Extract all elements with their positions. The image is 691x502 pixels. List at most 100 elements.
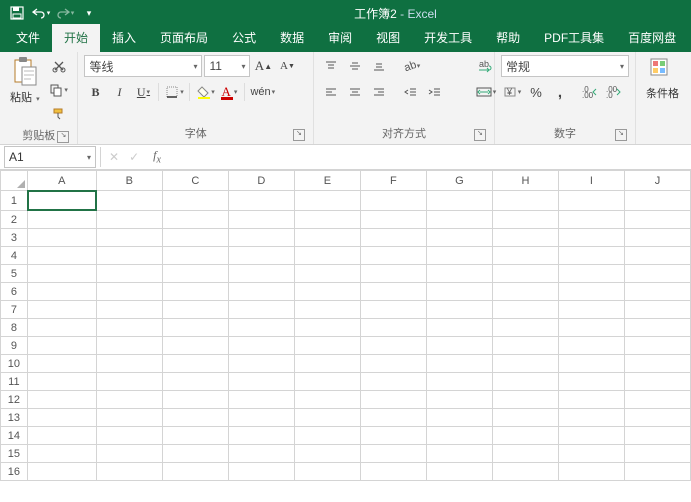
fx-icon[interactable]: fx [147,148,167,165]
cell[interactable] [426,247,492,265]
row-header[interactable]: 10 [1,355,28,373]
cell[interactable] [558,265,624,283]
format-painter-button[interactable] [48,103,70,125]
cell[interactable] [624,283,690,301]
cell[interactable] [162,301,228,319]
cell[interactable] [228,229,294,247]
cell[interactable] [426,391,492,409]
cell[interactable] [492,319,558,337]
cell[interactable] [294,373,360,391]
cell[interactable] [624,211,690,229]
clipboard-dialog-launcher[interactable]: ↘ [57,131,69,143]
cell[interactable] [360,211,426,229]
cell[interactable] [624,265,690,283]
cell[interactable] [28,191,96,210]
percent-format-button[interactable]: % [525,81,547,103]
increase-indent-button[interactable] [424,81,446,103]
cell[interactable] [492,265,558,283]
cell[interactable] [558,409,624,427]
cell[interactable] [426,373,492,391]
cell[interactable] [492,355,558,373]
cell[interactable] [162,355,228,373]
cell[interactable] [228,427,294,445]
decrease-font-button[interactable]: A▼ [276,55,298,77]
cell[interactable] [294,409,360,427]
cell[interactable] [294,319,360,337]
row-header[interactable]: 8 [1,319,28,337]
cell[interactable] [360,463,426,481]
cell[interactable] [558,445,624,463]
row-header[interactable]: 5 [1,265,28,283]
cell[interactable] [426,301,492,319]
cell[interactable] [492,211,558,229]
tab-file[interactable]: 文件 [4,24,52,52]
cell[interactable] [558,337,624,355]
cell[interactable] [294,283,360,301]
cell[interactable] [558,191,624,211]
cell[interactable] [162,391,228,409]
cell[interactable] [426,211,492,229]
cell[interactable] [492,391,558,409]
cell[interactable] [558,283,624,301]
cell[interactable] [162,445,228,463]
cell[interactable] [228,373,294,391]
cell[interactable] [96,283,162,301]
row-header[interactable]: 13 [1,409,28,427]
cell[interactable] [228,319,294,337]
orientation-button[interactable]: ab▾ [400,55,422,77]
cell[interactable] [228,247,294,265]
row-header[interactable]: 1 [1,191,28,211]
spreadsheet-grid[interactable]: ABCDEFGHIJ12345678910111213141516 [0,170,691,502]
cell[interactable] [426,319,492,337]
cell[interactable] [96,427,162,445]
cell[interactable] [294,427,360,445]
cell[interactable] [624,373,690,391]
paste-button[interactable]: 粘贴 ▾ [6,55,44,107]
row-header[interactable]: 4 [1,247,28,265]
cell[interactable] [228,191,294,211]
cell[interactable] [426,337,492,355]
cell[interactable] [27,229,96,247]
cell[interactable] [492,373,558,391]
cell[interactable] [27,463,96,481]
cell[interactable] [624,301,690,319]
cell[interactable] [27,265,96,283]
align-left-button[interactable] [320,81,342,103]
tab-help[interactable]: 帮助 [484,24,532,52]
cell[interactable] [426,445,492,463]
cell[interactable] [96,391,162,409]
cell[interactable] [624,247,690,265]
cell[interactable] [558,427,624,445]
column-header[interactable]: G [426,171,492,191]
accounting-format-button[interactable]: ¥▾ [501,81,523,103]
cell[interactable] [27,373,96,391]
cell[interactable] [426,463,492,481]
redo-button[interactable]: ▾ [54,2,76,24]
undo-button[interactable]: ▾ [30,2,52,24]
cell[interactable] [96,337,162,355]
cancel-formula-icon[interactable]: ✕ [109,150,119,164]
tab-insert[interactable]: 插入 [100,24,148,52]
row-header[interactable]: 7 [1,301,28,319]
cell[interactable] [27,211,96,229]
save-button[interactable] [6,2,28,24]
increase-font-button[interactable]: A▲ [252,55,274,77]
cell[interactable] [294,191,360,211]
cell[interactable] [426,191,492,211]
cell[interactable] [492,409,558,427]
cell[interactable] [96,301,162,319]
cell[interactable] [360,191,426,211]
cell[interactable] [96,211,162,229]
cell[interactable] [294,463,360,481]
tab-review[interactable]: 审阅 [316,24,364,52]
cell[interactable] [624,229,690,247]
select-all-corner[interactable] [1,171,28,191]
cell[interactable] [492,283,558,301]
cell[interactable] [27,355,96,373]
cell[interactable] [624,463,690,481]
cell[interactable] [360,301,426,319]
cell[interactable] [162,373,228,391]
underline-button[interactable]: U▾ [132,81,154,103]
cell[interactable] [294,391,360,409]
cell[interactable] [360,355,426,373]
